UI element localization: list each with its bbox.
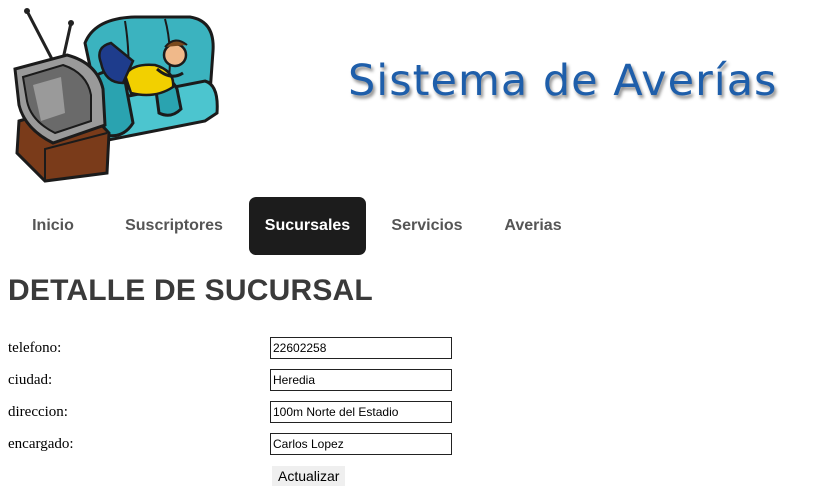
nav-inicio[interactable]: Inicio — [24, 197, 82, 256]
actualizar-button[interactable]: Actualizar — [272, 466, 346, 486]
ciudad-label: ciudad: — [8, 372, 53, 388]
ciudad-field[interactable] — [270, 369, 452, 391]
couch-tv-icon — [13, 8, 219, 183]
nav-suscriptores[interactable]: Suscriptores — [116, 197, 232, 256]
encargado-label: encargado: — [8, 436, 74, 452]
telefono-label: telefono: — [8, 340, 62, 356]
nav-averias[interactable]: Averias — [497, 197, 569, 256]
site-title: Sistema de Averías — [348, 56, 778, 106]
telefono-field[interactable] — [270, 337, 452, 359]
nav-servicios[interactable]: Servicios — [384, 197, 470, 256]
direccion-field[interactable] — [270, 401, 452, 423]
telefono-row: telefono: — [8, 337, 458, 361]
encargado-field[interactable] — [270, 433, 452, 455]
nav-sucursales[interactable]: Sucursales — [249, 197, 366, 255]
encargado-row: encargado: — [8, 433, 458, 457]
ciudad-row: ciudad: — [8, 369, 458, 393]
direccion-row: direccion: — [8, 401, 458, 425]
direccion-label: direccion: — [8, 404, 68, 420]
main-nav: Inicio Suscriptores Sucursales Servicios… — [0, 197, 836, 256]
page-title: DETALLE DE SUCURSAL — [8, 274, 373, 307]
